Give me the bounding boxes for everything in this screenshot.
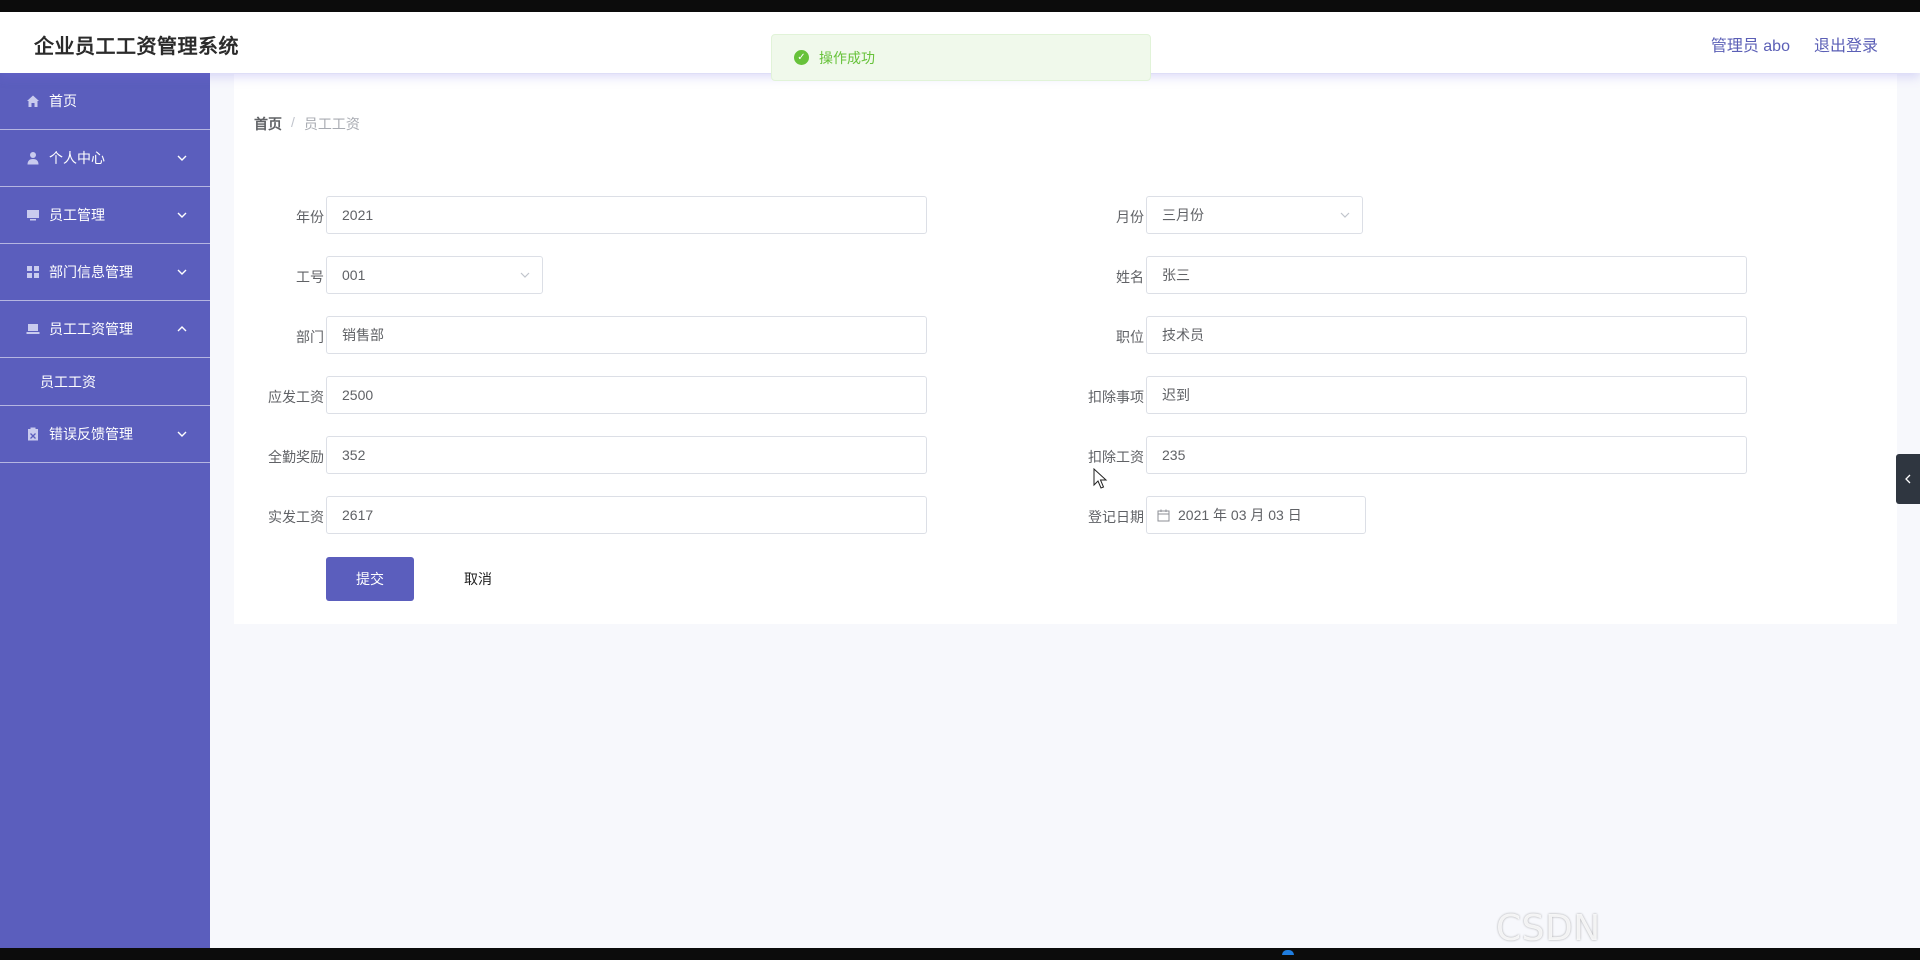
chevron-down-icon (520, 272, 530, 278)
side-panel-toggle[interactable] (1896, 454, 1920, 504)
sidebar-item-label: 错误反馈管理 (49, 426, 133, 442)
name-label: 姓名 (1116, 269, 1144, 285)
sidebar-item-label: 首页 (49, 93, 77, 109)
employee-no-value: 001 (342, 267, 366, 283)
breadcrumb-home[interactable]: 首页 (254, 114, 282, 134)
attendance-bonus-field[interactable]: 352 (326, 436, 927, 474)
sidebar-item-profile[interactable]: 个人中心 (0, 130, 210, 187)
sidebar-item-label: 部门信息管理 (49, 264, 133, 280)
position-label: 职位 (1116, 329, 1144, 345)
sidebar-item-home[interactable]: 首页 (0, 73, 210, 130)
watermark: CSDN @nodejava666666 (1496, 908, 1601, 948)
chevron-up-icon (177, 326, 187, 332)
register-date-value: 2021 年 03 月 03 日 (1178, 507, 1302, 523)
deduction-amount-label: 扣除工资 (1088, 449, 1144, 465)
deduction-item-label: 扣除事项 (1088, 389, 1144, 405)
register-date-picker[interactable]: 2021 年 03 月 03 日 (1146, 496, 1366, 534)
screen-top-border (0, 0, 1920, 12)
position-field[interactable]: 技术员 (1146, 316, 1747, 354)
sidebar-item-employees[interactable]: 员工管理 (0, 187, 210, 244)
year-value: 2021 (342, 207, 374, 223)
breadcrumb-separator: / (291, 114, 295, 130)
taskbar-indicator (1282, 950, 1294, 955)
breadcrumb: 首页 / 员工工资 (254, 114, 360, 134)
chevron-down-icon (177, 431, 187, 437)
sidebar-item-feedback[interactable]: 错误反馈管理 (0, 406, 210, 463)
year-field[interactable]: 2021 (326, 196, 927, 234)
app-title: 企业员工工资管理系统 (34, 36, 239, 58)
logout-link[interactable]: 退出登录 (1814, 32, 1878, 56)
chevron-down-icon (177, 212, 187, 218)
mouse-cursor-icon (1093, 468, 1108, 489)
position-value: 技术员 (1162, 327, 1204, 343)
grid-icon (25, 265, 40, 280)
toast-message: 操作成功 (819, 49, 875, 66)
salary-form: 年份 2021 月份 三月份 工号 001 姓名 张三 部门 销售部 职位 技术… (234, 174, 1897, 624)
employee-no-label: 工号 (296, 269, 324, 285)
monitor-icon (25, 208, 40, 223)
sidebar-item-label: 个人中心 (49, 150, 105, 166)
deduction-item-value: 迟到 (1162, 387, 1190, 403)
gross-salary-value: 2500 (342, 387, 374, 403)
employee-no-select[interactable]: 001 (326, 256, 543, 294)
header-actions: 管理员 abo 退出登录 (1711, 32, 1878, 56)
breadcrumb-current: 员工工资 (303, 116, 360, 132)
sidebar-item-label: 员工管理 (49, 207, 105, 223)
sidebar-item-departments[interactable]: 部门信息管理 (0, 244, 210, 301)
net-salary-value: 2617 (342, 507, 374, 523)
month-label: 月份 (1116, 209, 1144, 225)
sidebar-item-salary-management[interactable]: 员工工资管理 (0, 301, 210, 358)
attendance-bonus-label: 全勤奖励 (268, 449, 324, 465)
department-value: 销售部 (342, 327, 384, 343)
calendar-icon (1157, 509, 1170, 522)
department-label: 部门 (296, 329, 324, 345)
success-toast: ✓ 操作成功 (771, 34, 1151, 81)
screen-bottom-border (0, 948, 1920, 960)
attendance-bonus-value: 352 (342, 447, 366, 463)
current-user-label[interactable]: 管理员 abo (1711, 32, 1790, 56)
chevron-down-icon (1340, 212, 1350, 218)
net-salary-label: 实发工资 (268, 509, 324, 525)
chevron-down-icon (177, 269, 187, 275)
name-value: 张三 (1162, 267, 1190, 283)
deduction-item-field[interactable]: 迟到 (1146, 376, 1747, 414)
app-frame: 企业员工工资管理系统 管理员 abo 退出登录 ✓ 操作成功 首页 个人中心 员… (0, 12, 1920, 948)
net-salary-field[interactable]: 2617 (326, 496, 927, 534)
name-field[interactable]: 张三 (1146, 256, 1747, 294)
gross-salary-label: 应发工资 (268, 389, 324, 405)
deduction-amount-field[interactable]: 235 (1146, 436, 1747, 474)
breadcrumb-card: 首页 / 员工工资 (234, 74, 1897, 174)
submit-button[interactable]: 提交 (326, 557, 414, 601)
sidebar-subitem-employee-salary[interactable]: 员工工资 (0, 358, 210, 406)
gross-salary-field[interactable]: 2500 (326, 376, 927, 414)
sidebar-item-label: 员工工资管理 (49, 321, 133, 337)
department-field[interactable]: 销售部 (326, 316, 927, 354)
deduction-amount-value: 235 (1162, 447, 1186, 463)
year-label: 年份 (296, 209, 324, 225)
home-icon (25, 94, 40, 109)
register-date-label: 登记日期 (1088, 509, 1144, 525)
check-circle-icon: ✓ (794, 50, 809, 65)
sidebar-subitem-label: 员工工资 (40, 373, 96, 390)
month-select[interactable]: 三月份 (1146, 196, 1363, 234)
chevron-left-icon (1905, 474, 1911, 484)
sidebar: 首页 个人中心 员工管理 部门信息管理 员工工资管理 员工工资 错误反馈管理 (0, 73, 210, 948)
laptop-icon (25, 322, 40, 337)
month-value: 三月份 (1162, 207, 1204, 223)
cancel-button[interactable]: 取消 (434, 557, 522, 601)
user-icon (25, 151, 40, 166)
chevron-down-icon (177, 155, 187, 161)
clipboard-icon (25, 427, 40, 442)
